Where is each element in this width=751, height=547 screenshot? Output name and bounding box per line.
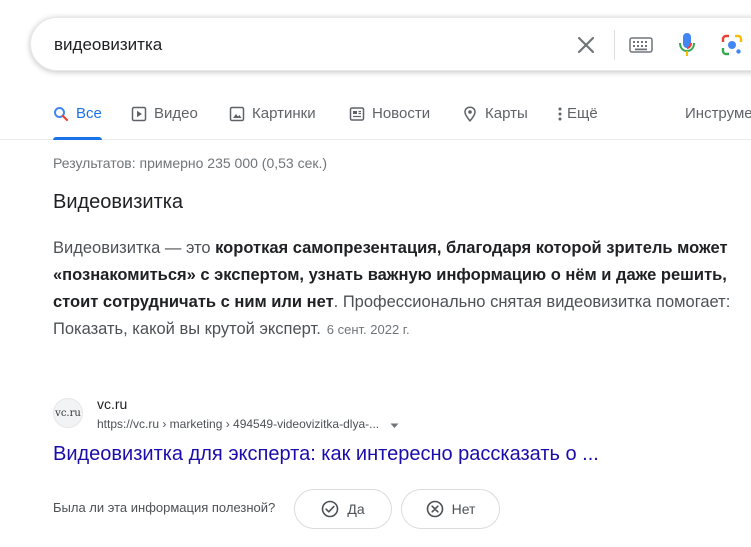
tab-images[interactable]: Картинки <box>229 95 316 140</box>
tab-label: Ещё <box>567 105 598 122</box>
voice-search-button[interactable] <box>674 30 700 60</box>
tab-news[interactable]: Новости <box>349 95 430 140</box>
microphone-icon <box>679 33 695 56</box>
clear-search-button[interactable] <box>572 31 600 59</box>
result-title-link[interactable]: Видеовизитка для эксперта: как интересно… <box>53 443 599 466</box>
feedback-yes-button[interactable]: Да <box>294 489 392 529</box>
search-bar <box>30 17 751 71</box>
more-vert-icon <box>558 107 562 121</box>
search-input[interactable] <box>54 32 534 58</box>
feedback-yes-label: Да <box>347 501 365 517</box>
tab-label: Видео <box>154 105 198 122</box>
search-icon <box>54 107 69 122</box>
google-results-page: Все Видео Картинки Новости <box>0 0 751 547</box>
result-stats: Результатов: примерно 235 000 (0,53 сек.… <box>53 155 328 171</box>
tab-more[interactable]: Ещё <box>557 95 598 140</box>
featured-snippet-title: Видеовизитка <box>53 191 184 213</box>
virtual-keyboard-button[interactable] <box>628 32 654 58</box>
tab-all[interactable]: Все <box>53 95 102 140</box>
close-icon <box>577 36 595 54</box>
tab-maps[interactable]: Карты <box>462 95 528 140</box>
tab-video[interactable]: Видео <box>131 95 198 140</box>
tab-label: Картинки <box>252 105 316 122</box>
tab-tools[interactable]: Инструменты <box>685 95 751 140</box>
image-search-button[interactable] <box>719 32 745 58</box>
keyboard-icon <box>629 37 653 53</box>
result-source[interactable]: vc.ru vc.ru https://vc.ru › marketing › … <box>53 396 743 436</box>
feedback-no-label: Нет <box>451 501 476 517</box>
result-options-button[interactable] <box>390 418 399 432</box>
search-bar-divider <box>614 30 615 60</box>
feedback-no-button[interactable]: Нет <box>401 489 500 529</box>
cancel-circle-icon <box>426 500 443 518</box>
caret-down-icon <box>390 423 399 428</box>
map-pin-icon <box>464 106 476 122</box>
news-icon <box>349 107 365 121</box>
tab-label: Новости <box>372 105 431 122</box>
snippet-text-plain: Видеовизитка — это <box>53 239 216 257</box>
check-circle-icon <box>322 500 339 518</box>
site-url-text: https://vc.ru › marketing › 494549-video… <box>97 417 380 431</box>
site-name: vc.ru <box>97 396 128 412</box>
tab-label: Все <box>76 105 102 122</box>
site-favicon: vc.ru <box>53 398 83 428</box>
tab-label: Инструменты <box>685 105 751 122</box>
camera-lens-icon <box>721 34 743 56</box>
search-tabs: Все Видео Картинки Новости Карты Ещё Инс… <box>0 95 751 140</box>
play-icon <box>131 106 147 122</box>
feedback-question: Была ли эта информация полезной? <box>53 500 276 515</box>
image-icon <box>229 106 245 122</box>
site-url: https://vc.ru › marketing › 494549-video… <box>97 417 399 432</box>
snippet-date: 6 сент. 2022 г. <box>326 322 410 337</box>
tab-label: Карты <box>485 105 528 122</box>
featured-snippet-text: Видеовизитка — это короткая самопрезента… <box>53 235 743 343</box>
